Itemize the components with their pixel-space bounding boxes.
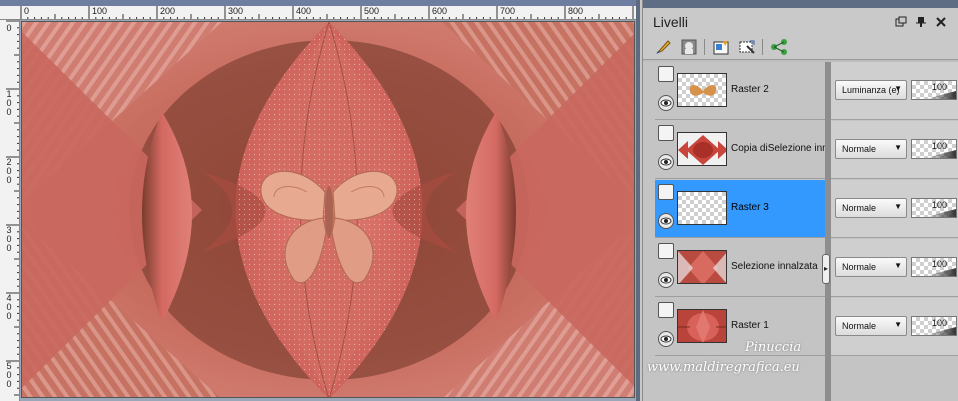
- blend-mode-select[interactable]: Luminanza (e) ▼: [835, 80, 907, 100]
- blend-mode-select[interactable]: Normale ▼: [835, 139, 907, 159]
- app-window: 0 100 200 300 400 500 600 700 800 0 100 …: [0, 0, 958, 401]
- layer-name: Raster 2: [731, 84, 769, 95]
- chevron-down-icon: ▼: [894, 202, 902, 211]
- layer-properties-icon[interactable]: [711, 38, 731, 56]
- horizontal-ruler: 0 100 200 300 400 500 600 700 800: [0, 0, 640, 20]
- chevron-down-icon: ▼: [894, 320, 902, 329]
- ruler-top-label: 400: [296, 6, 312, 16]
- blend-mode-select[interactable]: Normale ▼: [835, 198, 907, 218]
- share-icon[interactable]: [769, 38, 789, 56]
- mask-icon[interactable]: [679, 38, 699, 56]
- chevron-down-icon: ▼: [894, 143, 902, 152]
- blend-mode-value: Normale: [842, 203, 877, 213]
- blend-mode-value: Normale: [842, 262, 877, 272]
- pattern-thumb: [677, 250, 727, 284]
- opacity-ramp: [926, 150, 956, 158]
- panel-top-strip: [643, 0, 958, 8]
- chevron-right-icon: ▸: [824, 264, 829, 273]
- opacity-value: 100: [932, 259, 948, 269]
- layer-settings-row: Normale ▼ 100: [831, 180, 958, 238]
- close-icon[interactable]: [935, 16, 947, 28]
- layer-lock-icon[interactable]: [658, 66, 674, 82]
- ruler-left-label: 400: [6, 293, 12, 321]
- layer-settings-row: Luminanza (e) ▼ 100: [831, 62, 958, 120]
- collapse-handle[interactable]: ▸: [822, 254, 830, 284]
- vertical-scrollbar[interactable]: [636, 0, 640, 401]
- opacity-slider[interactable]: 100: [911, 257, 957, 277]
- eye-icon[interactable]: [658, 154, 674, 170]
- ruler-top-label: 0: [24, 6, 30, 16]
- opacity-value: 100: [932, 82, 948, 92]
- opacity-slider[interactable]: 100: [911, 198, 957, 218]
- opacity-value: 100: [932, 200, 948, 210]
- opacity-ramp: [926, 91, 956, 99]
- layer-lock-icon[interactable]: [658, 125, 674, 141]
- toolbar-separator: [704, 39, 705, 55]
- layer-row-copia-selezione[interactable]: Copia diSelezione innalzata: [655, 121, 825, 179]
- blend-mode-value: Normale: [842, 321, 877, 331]
- layer-lock-icon[interactable]: [658, 302, 674, 318]
- ruler-top-label: 100: [92, 6, 108, 16]
- empty-thumb: [677, 191, 727, 225]
- layer-name: Copia diSelezione innalzata: [731, 143, 825, 154]
- ruler-top-label: 300: [228, 6, 244, 16]
- layer-settings-row: Normale ▼ 100: [831, 121, 958, 179]
- eye-icon[interactable]: [658, 95, 674, 111]
- eye-icon[interactable]: [658, 272, 674, 288]
- watermark-url: www.maldiregrafica.eu: [647, 360, 800, 375]
- layer-row-raster-3[interactable]: Raster 3: [655, 180, 825, 238]
- chevron-down-icon: ▼: [894, 261, 902, 270]
- layer-row-selezione-innalzata[interactable]: Selezione innalzata: [655, 239, 825, 297]
- restore-icon[interactable]: [895, 16, 907, 28]
- ruler-top-label: 800: [568, 6, 584, 16]
- layer-name: Selezione innalzata: [731, 261, 818, 272]
- ruler-top-label: 200: [160, 6, 176, 16]
- watermark: Pinuccia www.maldiregrafica.eu: [645, 340, 905, 380]
- opacity-ramp: [926, 209, 956, 217]
- ruler-left-label: 0: [6, 23, 12, 33]
- opacity-slider[interactable]: 100: [911, 139, 957, 159]
- panel-header[interactable]: Livelli: [643, 8, 958, 34]
- chevron-down-icon: ▼: [894, 84, 902, 93]
- background-thumb: [677, 309, 727, 343]
- vertical-ruler: 0 100 200 300 400 500: [0, 20, 20, 401]
- edit-selection-icon[interactable]: [737, 38, 757, 56]
- blend-mode-value: Luminanza (e): [842, 85, 900, 95]
- layer-name: Raster 3: [731, 202, 769, 213]
- eye-icon[interactable]: [658, 213, 674, 229]
- opacity-slider[interactable]: 100: [911, 80, 957, 100]
- blend-mode-select[interactable]: Normale ▼: [835, 257, 907, 277]
- layer-row-raster-2[interactable]: Raster 2: [655, 62, 825, 120]
- opacity-ramp: [926, 327, 956, 335]
- document-image[interactable]: [21, 21, 635, 398]
- opacity-ramp: [926, 268, 956, 276]
- layer-lock-icon[interactable]: [658, 184, 674, 200]
- layer-lock-icon[interactable]: [658, 243, 674, 259]
- layers-toolbar: [643, 34, 958, 60]
- opacity-value: 100: [932, 141, 948, 151]
- paint-brush-icon[interactable]: [653, 38, 673, 56]
- canvas-area[interactable]: 0 100 200 300 400 500 600 700 800 0 100 …: [0, 0, 640, 401]
- toolbar-separator: [762, 39, 763, 55]
- blend-mode-select[interactable]: Normale ▼: [835, 316, 907, 336]
- artwork: [22, 22, 634, 397]
- panel-title: Livelli: [653, 14, 689, 30]
- watermark-author: Pinuccia: [745, 340, 802, 355]
- ruler-left-label: 200: [6, 157, 12, 185]
- layer-name: Raster 1: [731, 320, 769, 331]
- ruler-top-label: 500: [364, 6, 380, 16]
- ruler-left-label: 100: [6, 89, 12, 117]
- pin-icon[interactable]: [915, 16, 927, 28]
- ruler-top-label: 600: [432, 6, 448, 16]
- ruler-top-label: 700: [500, 6, 516, 16]
- pattern-thumb: [677, 132, 727, 166]
- ruler-left-ticks: [6, 20, 19, 396]
- butterfly-thumb: [677, 73, 727, 107]
- ruler-left-label: 500: [6, 361, 12, 389]
- ruler-left-label: 300: [6, 225, 12, 253]
- layer-settings-row: Normale ▼ 100: [831, 239, 958, 297]
- opacity-slider[interactable]: 100: [911, 316, 957, 336]
- blend-mode-value: Normale: [842, 144, 877, 154]
- opacity-value: 100: [932, 318, 948, 328]
